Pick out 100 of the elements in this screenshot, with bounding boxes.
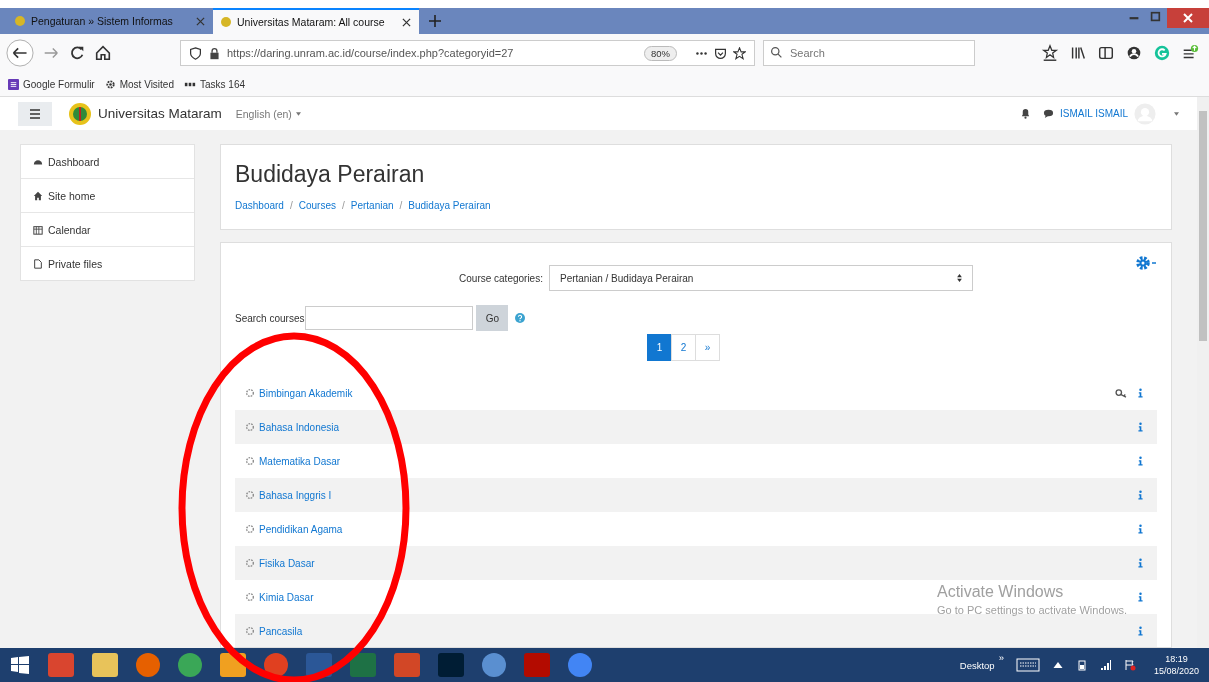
caret-icon[interactable] xyxy=(1174,111,1179,116)
address-bar[interactable]: https://daring.unram.ac.id/course/index.php?categoryid=27 80% xyxy=(180,40,755,66)
desktop-toolbar[interactable]: Desktop xyxy=(959,659,995,671)
university-logo-icon xyxy=(68,101,92,126)
back-icon[interactable] xyxy=(6,39,34,67)
info-icon[interactable] xyxy=(1138,558,1143,568)
page-link[interactable]: 1 xyxy=(647,334,672,361)
url-text: https://daring.unram.ac.id/course/index.php?categoryid=27 xyxy=(227,47,515,59)
clock[interactable]: 18:19 15/08/2020 xyxy=(1153,653,1199,677)
info-icon[interactable] xyxy=(1138,490,1143,500)
calendar-icon xyxy=(33,224,43,235)
info-icon[interactable] xyxy=(1138,626,1143,636)
course-link[interactable]: Matematika Dasar xyxy=(259,455,341,467)
sidebar-icon[interactable] xyxy=(1097,44,1115,62)
toolbar-expand[interactable]: » xyxy=(998,652,1004,663)
star-icon[interactable] xyxy=(733,46,746,60)
course-icon xyxy=(245,490,255,500)
pocket-icon[interactable] xyxy=(714,46,727,60)
help-icon[interactable] xyxy=(515,313,526,323)
zoom-badge[interactable]: 80% xyxy=(644,45,677,61)
shield-icon xyxy=(189,46,202,60)
lock-icon xyxy=(208,46,221,60)
field-label: Course categories: xyxy=(459,272,543,284)
course-icon xyxy=(245,524,255,534)
reload-icon[interactable] xyxy=(68,44,86,62)
bookmark-item[interactable]: Most Visited xyxy=(104,78,174,90)
breadcrumb-link[interactable]: Dashboard xyxy=(235,200,284,211)
battery-icon[interactable] xyxy=(1075,659,1088,671)
field-label: Search courses xyxy=(235,312,305,324)
course-icon xyxy=(245,388,255,398)
page-link[interactable]: » xyxy=(695,334,720,361)
app-icon[interactable] xyxy=(482,653,506,677)
sidebar-item[interactable]: Site home xyxy=(21,179,194,213)
chat-icon[interactable] xyxy=(1043,108,1054,119)
browser-tab[interactable]: Pengaturan » Sistem Informas xyxy=(7,8,213,34)
course-icon xyxy=(245,422,255,432)
new-tab-icon[interactable] xyxy=(429,15,441,27)
download-icon[interactable] xyxy=(1041,44,1059,62)
form-icon xyxy=(8,78,19,90)
course-link[interactable]: Kimia Dasar xyxy=(259,591,314,603)
app-icon[interactable] xyxy=(568,653,592,677)
breadcrumb-separator: / xyxy=(341,200,345,211)
page-link[interactable]: 2 xyxy=(671,334,696,361)
info-icon[interactable] xyxy=(1138,592,1143,602)
breadcrumb-link[interactable]: Pertanian xyxy=(350,200,394,211)
site-name[interactable]: Universitas Mataram xyxy=(98,106,222,121)
activation-text: Go to PC settings to activate Windows. xyxy=(937,604,1128,616)
bookmark-item[interactable]: Google Formulir xyxy=(8,78,95,90)
search-courses-field[interactable] xyxy=(305,306,474,330)
activation-title: Activate Windows xyxy=(937,583,1065,601)
course-link[interactable]: Bimbingan Akademik xyxy=(259,387,353,399)
gear-icon xyxy=(104,78,116,90)
extension-icon[interactable] xyxy=(1153,44,1171,62)
caret-icon xyxy=(295,111,301,116)
info-icon[interactable] xyxy=(1138,422,1143,432)
sort-arrows-icon xyxy=(956,274,962,282)
account-icon[interactable] xyxy=(1125,44,1143,62)
signal-icon[interactable] xyxy=(1099,659,1112,671)
sidebar-item[interactable]: Dashboard xyxy=(21,145,194,179)
sidebar-item[interactable]: Calendar xyxy=(21,213,194,247)
user-name[interactable]: ISMAIL ISMAIL xyxy=(1060,108,1128,119)
category-select[interactable]: Pertanian / Budidaya Perairan xyxy=(548,265,973,291)
app-icon[interactable] xyxy=(136,653,160,677)
favicon-icon xyxy=(221,17,231,27)
breadcrumb-separator: / xyxy=(289,200,293,211)
course-link[interactable]: Pendidikan Agama xyxy=(259,523,343,535)
breadcrumb-separator: / xyxy=(399,200,403,211)
course-icon xyxy=(245,626,255,636)
favicon-icon xyxy=(15,16,25,26)
home-icon xyxy=(33,190,43,201)
app-icon[interactable] xyxy=(178,653,202,677)
browser-tab[interactable]: Universitas Mataram: All course xyxy=(213,8,419,34)
page-title: Budidaya Perairan xyxy=(235,161,426,188)
info-icon[interactable] xyxy=(1138,388,1143,398)
bookmark-item[interactable]: Tasks 164 xyxy=(184,78,246,90)
go-button[interactable]: Go xyxy=(476,305,509,331)
course-icon xyxy=(245,592,255,602)
course-icon xyxy=(245,456,255,466)
windows-start-icon[interactable] xyxy=(10,655,30,675)
info-icon[interactable] xyxy=(1138,456,1143,466)
breadcrumb-link[interactable]: Courses xyxy=(298,200,336,211)
bell-icon[interactable] xyxy=(1020,108,1031,119)
search-icon xyxy=(770,46,783,59)
course-link[interactable]: Bahasa Inggris I xyxy=(259,489,332,501)
search-field[interactable]: Search xyxy=(763,40,975,66)
course-icon xyxy=(245,558,255,568)
language-menu[interactable]: English (en) xyxy=(235,107,301,120)
info-icon[interactable] xyxy=(1138,524,1143,534)
settings-icon[interactable] xyxy=(1133,255,1159,271)
flag-icon[interactable] xyxy=(1123,659,1136,671)
course-link[interactable]: Pancasila xyxy=(259,625,303,637)
course-link[interactable]: Bahasa Indonesia xyxy=(259,421,340,433)
home-icon[interactable] xyxy=(94,44,112,62)
keyboard-icon[interactable] xyxy=(1015,658,1040,672)
file-icon xyxy=(33,258,43,269)
close-icon[interactable] xyxy=(402,17,411,27)
menu-button[interactable] xyxy=(18,101,52,126)
course-link[interactable]: Fisika Dasar xyxy=(259,557,315,569)
breadcrumb-link[interactable]: Budidaya Perairan xyxy=(408,200,491,211)
sidebar-item[interactable]: Private files xyxy=(21,247,194,280)
